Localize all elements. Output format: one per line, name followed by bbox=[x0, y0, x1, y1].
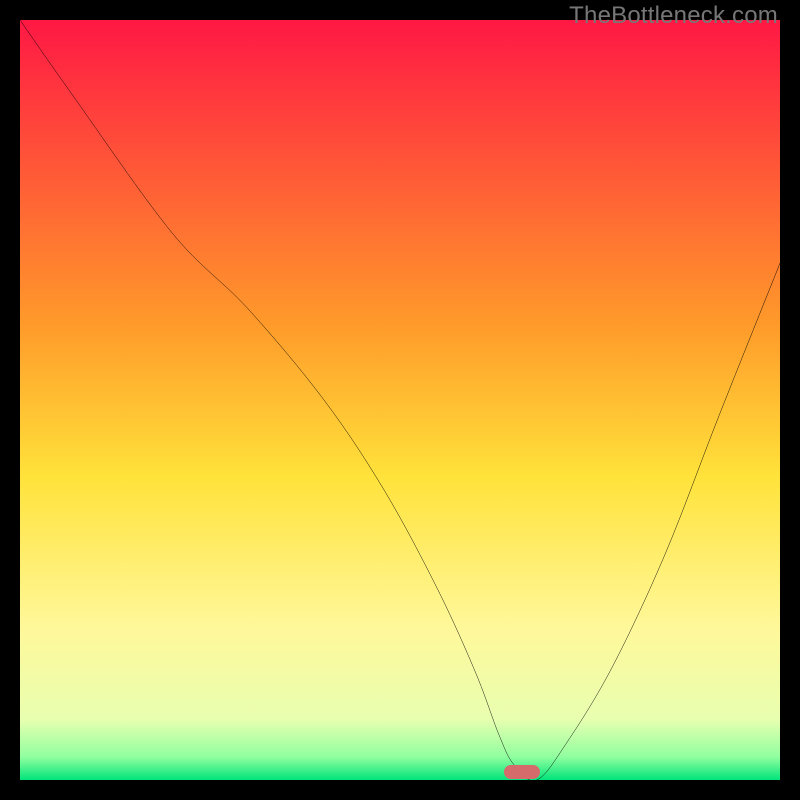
watermark-text: TheBottleneck.com bbox=[569, 2, 778, 30]
bottleneck-curve bbox=[20, 20, 780, 780]
chart-frame: TheBottleneck.com bbox=[0, 0, 800, 800]
plot-area bbox=[20, 20, 780, 780]
optimal-marker bbox=[504, 765, 540, 779]
